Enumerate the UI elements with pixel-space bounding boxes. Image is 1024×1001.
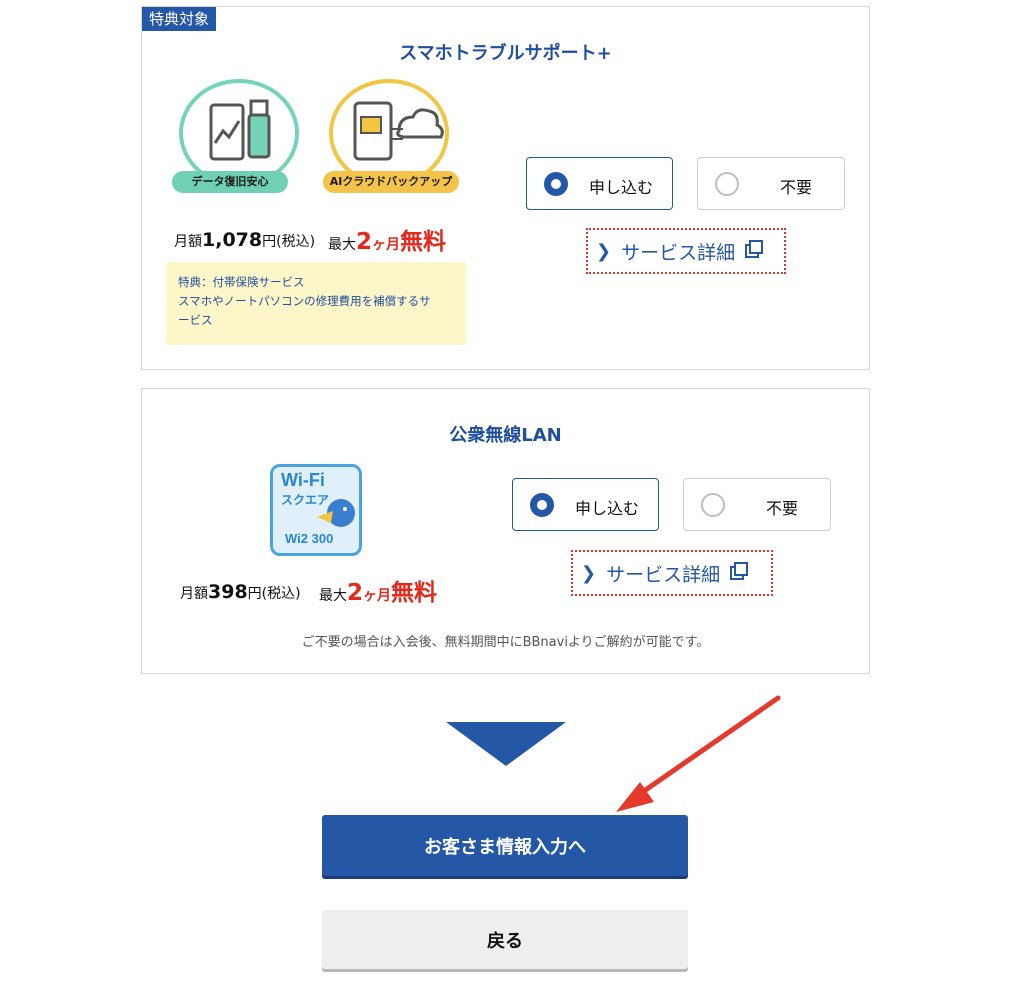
- back-button[interactable]: 戻る: [322, 910, 688, 969]
- not-required-label: 不要: [780, 178, 813, 197]
- service-detail-link[interactable]: ❯ サービス詳細: [586, 228, 786, 274]
- ai-cloud-backup-label: AIクラウドバックアップ: [323, 171, 459, 193]
- next-customer-info-button[interactable]: お客さま情報入力へ: [322, 815, 688, 876]
- benefit-line: ービス: [178, 313, 213, 327]
- chevron-right-icon: ❯: [596, 240, 612, 262]
- apply-label: 申し込む: [575, 499, 640, 518]
- not-required-radio-option[interactable]: 不要: [697, 157, 845, 210]
- monthly-price: 月額1,078円(税込): [174, 229, 316, 251]
- logo-text: Wi-Fi: [281, 470, 325, 490]
- not-required-label: 不要: [766, 499, 799, 518]
- logo-text: Wi2 300: [285, 531, 334, 546]
- radio-unselected-icon: [715, 172, 739, 196]
- external-window-icon: [730, 561, 749, 585]
- radio-selected-icon: [530, 493, 554, 517]
- apply-radio-option[interactable]: 申し込む: [526, 157, 673, 210]
- service-card-public-wifi: 公衆無線LAN Wi-Fi スクエア Wi2 300 月額398円(税込) 最大…: [141, 388, 870, 674]
- service-title: 公衆無線LAN: [449, 425, 562, 446]
- free-period: 最大2ヶ月無料: [319, 580, 438, 606]
- service-title: スマホトラブルサポート+: [399, 43, 612, 64]
- cancellation-note: ご不要の場合は入会後、無料期間中にBBnaviよりご解約が可能です。: [301, 635, 710, 650]
- apply-radio-option[interactable]: 申し込む: [512, 478, 659, 531]
- monthly-price: 月額398円(税込): [180, 581, 301, 603]
- annotation-arrow-icon: [616, 695, 781, 812]
- benefit-line: スマホやノートパソコンの修理費用を補償するサ: [178, 294, 431, 308]
- chevron-right-icon: ❯: [581, 562, 597, 584]
- radio-selected-icon: [544, 172, 568, 196]
- service-detail-link[interactable]: ❯ サービス詳細: [571, 550, 773, 596]
- data-recovery-label: データ復旧安心: [172, 171, 288, 193]
- radio-unselected-icon: [701, 493, 725, 517]
- benefit-box: 特典：付帯保険サービス スマホやノートパソコンの修理費用を補償するサ ービス: [166, 262, 466, 345]
- service-card-smartphone-support: 特典対象 スマホトラブルサポート+ データ復旧安心 AIクラウドバックアップ 月…: [141, 6, 870, 370]
- not-required-radio-option[interactable]: 不要: [683, 478, 831, 531]
- apply-label: 申し込む: [589, 178, 654, 197]
- down-arrow-icon: [446, 722, 566, 766]
- service-detail-label: サービス詳細: [621, 241, 736, 264]
- free-period: 最大2ヶ月無料: [328, 229, 447, 255]
- benefit-line: 特典：付帯保険サービス: [178, 275, 305, 289]
- wifi-square-logo: Wi-Fi スクエア Wi2 300: [270, 464, 362, 556]
- external-window-icon: [745, 239, 764, 263]
- service-detail-label: サービス詳細: [606, 563, 721, 586]
- benefit-target-tag: 特典対象: [142, 7, 217, 31]
